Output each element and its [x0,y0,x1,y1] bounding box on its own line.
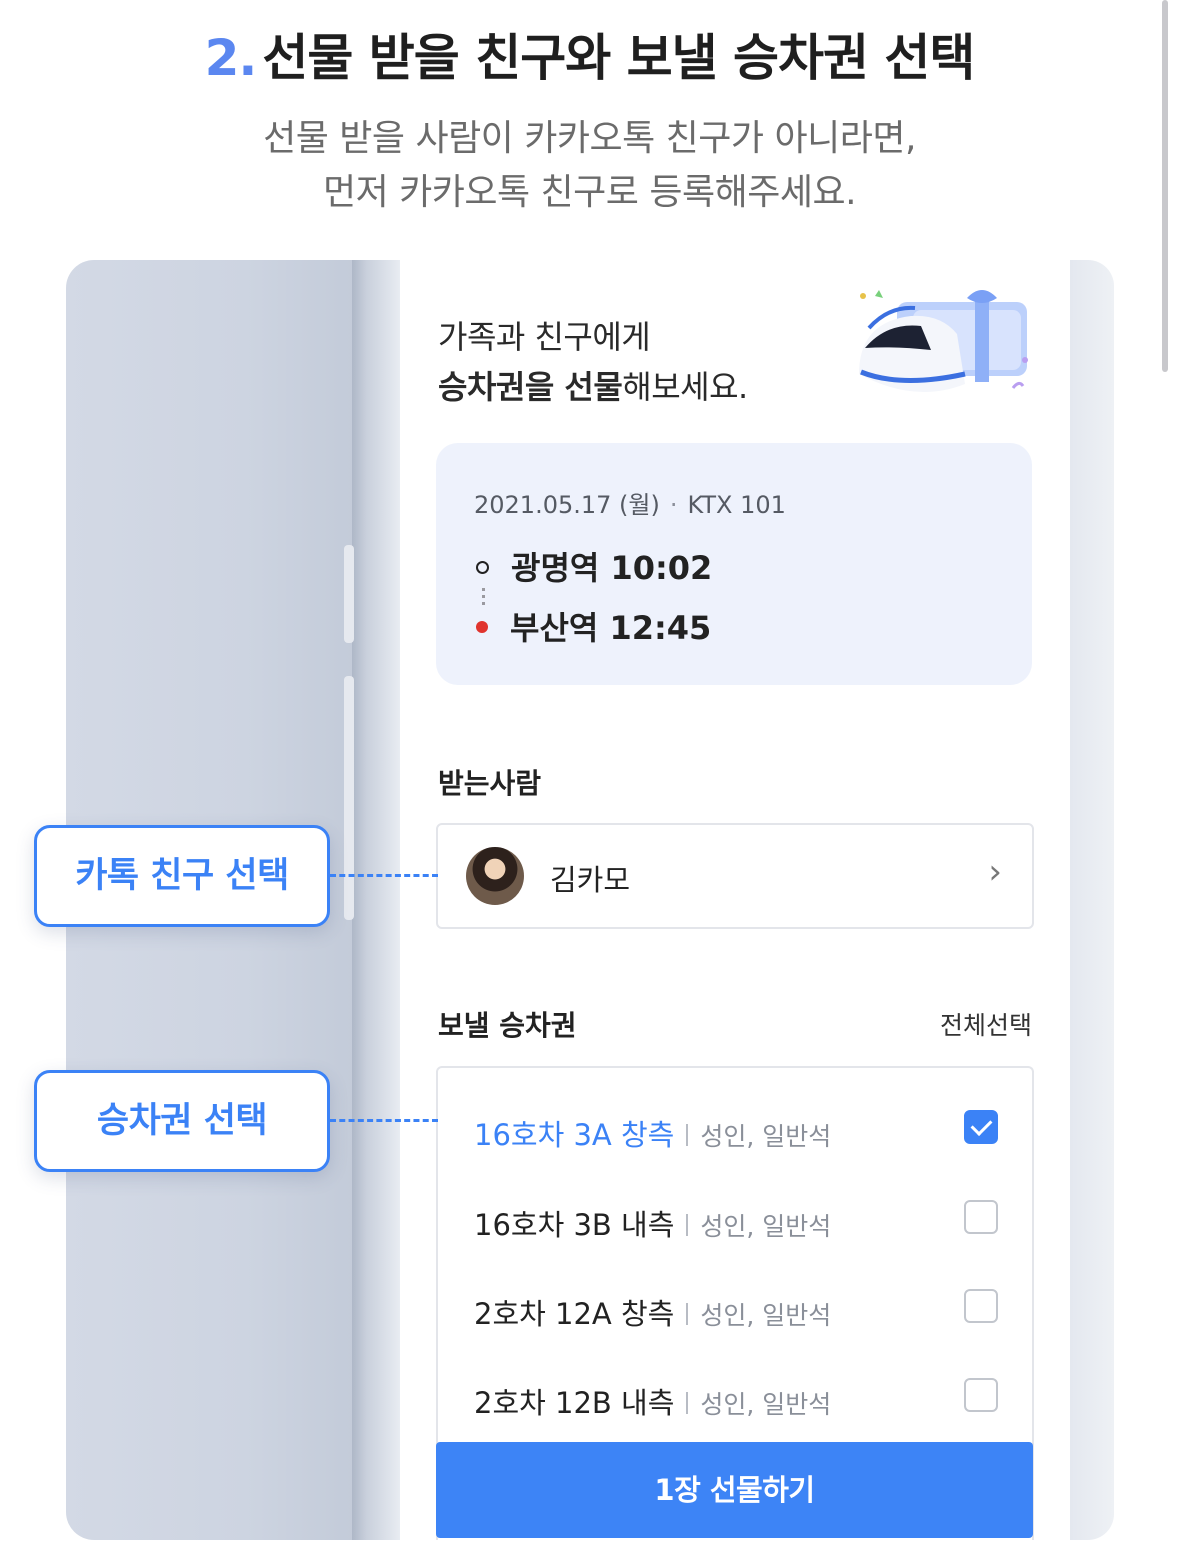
ticket-checkbox[interactable] [964,1200,998,1234]
callout-connector [330,874,438,877]
ticket-detail: 성인, 일반석 [700,1212,832,1241]
ticket-divider [686,1214,689,1236]
recipient-selector[interactable]: 김카모 › [436,823,1034,929]
description-line-2: 먼저 카카오톡 친구로 등록해주세요. [322,172,857,213]
arrival-stop: 부산역 12:45 [476,603,711,649]
promo-rest: 해보세요. [622,368,748,406]
ticket-seat: 16호차 3B 내측 [474,1208,675,1242]
departure-stop: 광명역 10:02 [476,543,712,589]
departure-label: 광명역 10:02 [511,549,713,587]
promo-text: 가족과 친구에게 승차권을 선물해보세요. [438,312,748,412]
device-bezel [352,260,400,1540]
ticket-checkbox[interactable] [964,1289,998,1323]
promo-line-2: 승차권을 선물해보세요. [438,362,748,412]
train-number: KTX 101 [687,491,786,519]
ticket-checkbox[interactable] [964,1378,998,1412]
trip-date: 2021.05.17 (월) [474,491,660,519]
avatar [466,847,524,905]
description-line-1: 선물 받을 사람이 카카오톡 친구가 아니라면, [263,118,916,159]
ticket-detail: 성인, 일반석 [700,1122,832,1151]
device-side-button [344,545,354,643]
callout-friend-select: 카톡 친구 선택 [34,825,330,927]
trip-meta: 2021.05.17 (월) · KTX 101 [474,485,786,520]
promo-line-1: 가족과 친구에게 [438,318,651,356]
gift-train-illustration [859,290,1028,392]
recipient-name: 김카모 [550,863,631,897]
arrival-label: 부산역 12:45 [510,609,712,647]
trip-info-card: 2021.05.17 (월) · KTX 101 광명역 10:02 부산역 12:… [436,443,1032,685]
ticket-checkbox[interactable] [964,1110,998,1144]
arrival-marker-icon [476,621,488,633]
ticket-divider [686,1392,689,1414]
gift-button[interactable]: 1장 선물하기 [436,1442,1033,1538]
ticket-detail: 성인, 일반석 [700,1390,832,1419]
ticket-row[interactable]: 16호차 3A 창측 성인, 일반석 [474,1102,998,1162]
ticket-row[interactable]: 2호차 12B 내측 성인, 일반석 [474,1370,998,1430]
device-side-button [344,676,354,920]
check-icon [970,1114,993,1136]
ticket-divider [686,1124,689,1146]
step-title: 선물 받을 친구와 보낼 승차권 선택 [262,29,975,87]
ticket-row[interactable]: 2호차 12A 창측 성인, 일반석 [474,1281,998,1341]
ticket-detail: 성인, 일반석 [700,1301,832,1330]
tickets-section-label: 보낼 승차권 [438,1009,577,1042]
meta-separator: · [669,491,678,519]
step-number: 2. [204,29,258,87]
chevron-right-icon: › [988,852,1002,892]
callout-connector [330,1119,438,1122]
ticket-seat: 2호차 12B 내측 [474,1386,675,1420]
recipient-section-label: 받는사람 [438,767,542,800]
callout-ticket-select: 승차권 선택 [34,1070,330,1172]
phone-screen: 가족과 친구에게 승차권을 선물해보세요. 2021.05.17 (월) · KTX… [400,260,1070,1540]
departure-marker-icon [476,560,489,574]
page-description: 선물 받을 사람이 카카오톡 친구가 아니라면, 먼저 카카오톡 친구로 등록해… [0,112,1179,220]
ticket-row[interactable]: 16호차 3B 내측 성인, 일반석 [474,1192,998,1252]
page-title: 2. 선물 받을 친구와 보낼 승차권 선택 [0,18,1179,90]
ticket-divider [686,1303,689,1325]
select-all-link[interactable]: 전체선택 [940,1006,1032,1042]
device-frame-right [1070,260,1114,1540]
ticket-seat: 2호차 12A 창측 [474,1297,675,1331]
promo-bold: 승차권을 선물 [438,368,623,406]
ticket-seat: 16호차 3A 창측 [474,1118,675,1152]
